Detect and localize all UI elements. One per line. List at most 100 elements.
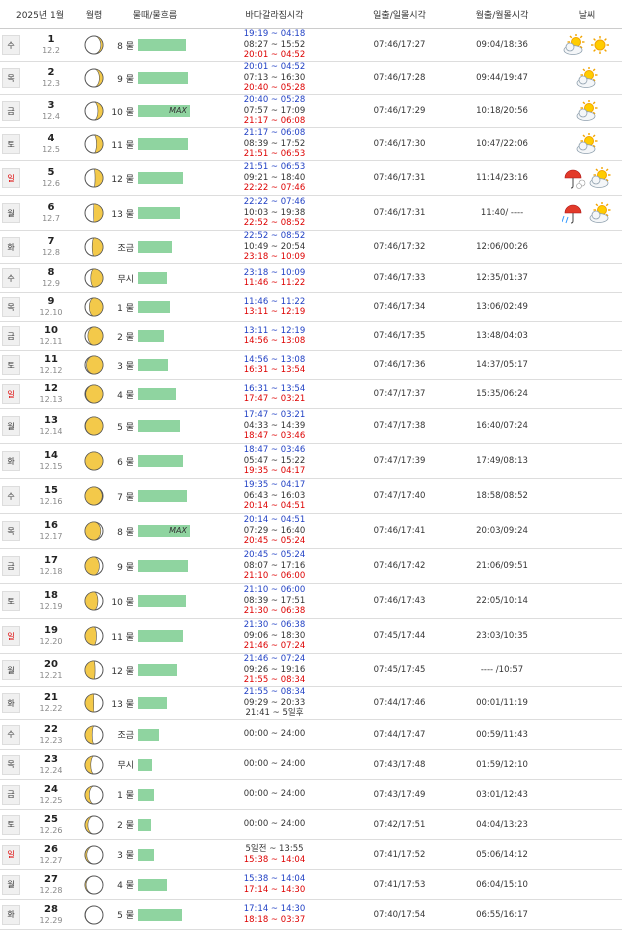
solar-day: 20 (44, 659, 58, 670)
sea-parting-line: 21:17 ~ 06:08 (243, 128, 306, 139)
weekday-badge: 일 (2, 626, 20, 646)
lunar-date: 12.18 (39, 567, 63, 576)
table-row: 일 26 12.27 3 물 5일전 ~ 13:55 15:38 ~ 14:04 07:41… (0, 840, 622, 870)
moonrise-moonset: 13:48/04:03 (476, 331, 528, 341)
tide-label: 4 물 (117, 390, 134, 401)
table-row: 화 21 12.22 13 물 21:55 ~ 08:34 09:29 ~ 20:33 21… (0, 687, 622, 720)
sunrise-sunset: 07:43/17:48 (373, 759, 426, 770)
tide-strength-bar: MAX (138, 525, 190, 537)
weather-icons (552, 67, 622, 89)
table-row: 토 4 12.5 11 물 21:17 ~ 06:08 08:39 ~ 17:52 21:5… (0, 128, 622, 161)
sea-parting-line: 15:38 ~ 14:04 (243, 874, 306, 884)
lunar-date: 12.21 (39, 671, 63, 680)
max-tide-label: MAX (169, 106, 187, 115)
moonrise-moonset: 12:06/00:26 (476, 242, 528, 252)
moon-phase-icon (80, 785, 108, 805)
tide-strength-bar (138, 330, 164, 342)
sunrise-sunset: 07:46/17:42 (373, 561, 426, 571)
tide-strength-bar (138, 878, 167, 891)
weather-icons (552, 133, 622, 155)
lunar-date: 12.12 (39, 366, 63, 375)
sea-parting-line: 00:00 ~ 24:00 (243, 729, 306, 740)
lunar-date: 12.25 (39, 795, 63, 805)
moon-phase-icon (80, 660, 108, 680)
sunrise-sunset: 07:46/17:41 (373, 526, 426, 536)
solar-day: 8 (47, 267, 55, 278)
sunrise-sunset: 07:41/17:53 (373, 879, 426, 890)
sea-parting-times: 22:52 ~ 08:52 10:49 ~ 20:54 23:18 ~ 10:09 (202, 231, 347, 263)
sea-parting-line: 10:03 ~ 19:38 (243, 207, 306, 218)
tide-label: 8 물 (117, 527, 134, 538)
moonrise-moonset: 23:03/10:35 (476, 631, 528, 641)
sea-parting-line: 00:00 ~ 24:00 (243, 759, 306, 770)
sunrise-sunset: 07:44/17:47 (373, 729, 426, 740)
weekday-badge: 토 (2, 355, 20, 375)
table-row: 월 20 12.21 12 물 21:46 ~ 07:24 09:26 ~ 19:16 21… (0, 654, 622, 687)
sea-parting-line: 07:29 ~ 16:40 (243, 525, 306, 536)
moonrise-moonset: 13:06/02:49 (476, 302, 528, 312)
lunar-date: 12.26 (39, 825, 63, 835)
moonrise-moonset: 14:37/05:17 (476, 360, 528, 370)
table-row: 일 19 12.20 11 물 21:30 ~ 06:38 09:06 ~ 18:30 21… (0, 619, 622, 654)
sea-parting-times: 21:46 ~ 07:24 09:26 ~ 19:16 21:55 ~ 08:34 (202, 654, 347, 686)
moon-phase-icon (80, 237, 108, 257)
tide-label: 6 물 (117, 457, 134, 468)
sea-parting-line: 09:06 ~ 18:30 (243, 630, 306, 641)
table-row: 월 27 12.28 4 물 15:38 ~ 14:04 17:14 ~ 14:30 07:… (0, 870, 622, 900)
sea-parting-times: 11:46 ~ 11:22 13:11 ~ 12:19 (202, 297, 347, 318)
sea-parting-line: 16:31 ~ 13:54 (243, 365, 306, 375)
weather-icons (552, 34, 622, 56)
moon-phase-icon (80, 297, 108, 317)
table-row: 수 1 12.2 8 물 19:19 ~ 04:18 08:27 ~ 15:52 20:01… (0, 29, 622, 62)
sea-parting-line: 17:47 ~ 03:21 (243, 394, 306, 404)
weekday-badge: 금 (2, 326, 20, 346)
weather-icons (552, 202, 622, 224)
sea-parting-times: 13:11 ~ 12:19 14:56 ~ 13:08 (202, 326, 347, 347)
moonrise-moonset: 01:59/12:10 (476, 759, 528, 770)
lunar-date: 12.20 (39, 637, 63, 646)
moon-phase-icon (80, 326, 108, 346)
weekday-badge: 월 (2, 660, 20, 680)
tide-strength-bar (138, 359, 168, 371)
moon-phase-icon (80, 168, 108, 188)
tide-label: 10 물 (111, 107, 134, 118)
sea-parting-line: 13:11 ~ 12:19 (243, 307, 306, 317)
sea-parting-line: 23:18 ~ 10:09 (243, 252, 306, 263)
sunrise-sunset: 07:46/17:31 (373, 208, 426, 218)
sea-parting-line: 05:47 ~ 15:22 (243, 455, 306, 466)
sea-parting-line: 18:18 ~ 03:37 (243, 914, 306, 925)
sun-icon (591, 36, 609, 54)
max-tide-label: MAX (169, 526, 187, 535)
moonrise-moonset: 00:59/11:43 (476, 729, 528, 740)
tide-strength-bar (138, 818, 151, 831)
sea-parting-line: 18:47 ~ 03:46 (243, 431, 306, 442)
moonrise-moonset: 04:04/13:23 (476, 819, 528, 830)
sea-parting-times: 00:00 ~ 24:00 (202, 759, 347, 770)
sea-parting-line: 21:10 ~ 06:00 (243, 585, 306, 596)
weekday-badge: 금 (2, 556, 20, 576)
sea-parting-line: 21:30 ~ 06:38 (243, 620, 306, 631)
lunar-date: 12.22 (39, 704, 63, 713)
calendar-table: 수 1 12.2 8 물 19:19 ~ 04:18 08:27 ~ 15:52 20:01… (0, 29, 622, 930)
tide-label: 2 물 (117, 332, 134, 343)
solar-day: 4 (47, 133, 55, 144)
sea-parting-line: 06:43 ~ 16:03 (243, 490, 306, 501)
moonrise-moonset: 03:01/12:43 (476, 789, 528, 800)
solar-day: 10 (44, 325, 58, 336)
weekday-badge: 목 (2, 754, 20, 775)
tide-label: 조금 (117, 731, 134, 741)
sunrise-sunset: 07:47/17:38 (373, 421, 426, 431)
solar-day: 12 (44, 383, 58, 394)
sea-parting-line: 20:01 ~ 04:52 (243, 62, 306, 73)
weekday-badge: 금 (2, 101, 20, 121)
sunrise-sunset: 07:46/17:27 (373, 40, 426, 50)
table-row: 목 16 12.17 8 물 MAX 20:14 ~ 04:51 07:29 ~ 16:40… (0, 514, 622, 549)
tide-strength-bar (138, 455, 183, 467)
weekday-badge: 토 (2, 134, 20, 154)
sea-parting-line: 11:46 ~ 11:22 (243, 278, 306, 288)
lunar-date: 12.14 (39, 427, 63, 436)
lunar-date: 12.28 (39, 885, 63, 895)
sea-parting-line: 11:46 ~ 11:22 (243, 296, 306, 307)
sunrise-sunset: 07:41/17:52 (373, 849, 426, 860)
sea-parting-line: 20:40 ~ 05:28 (243, 83, 306, 94)
